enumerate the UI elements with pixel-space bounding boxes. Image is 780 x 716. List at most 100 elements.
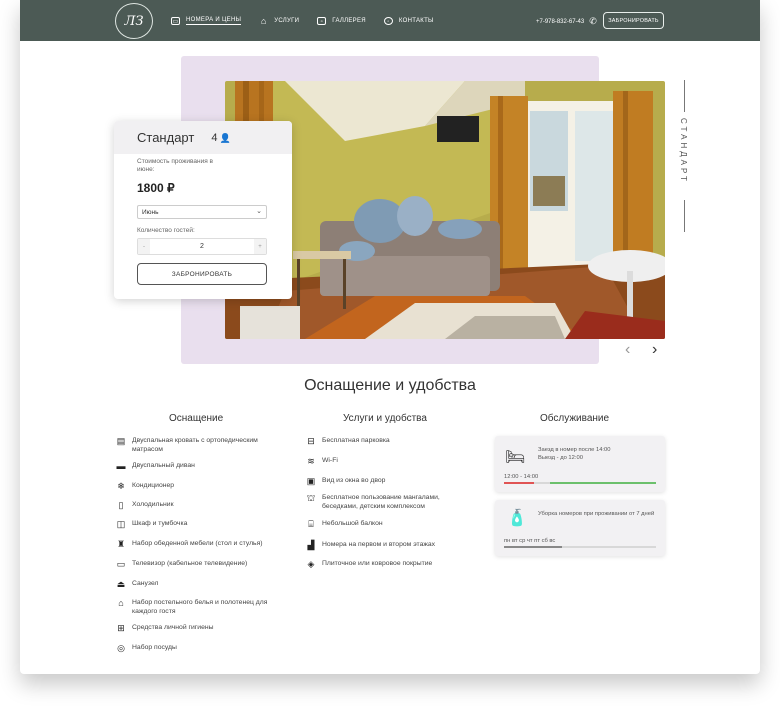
vertical-room-name: СТАНДАРТ [679, 118, 688, 184]
card-book-button[interactable]: ЗАБРОНИРОВАТЬ [137, 263, 267, 285]
spray-icon: 🧴 [507, 510, 527, 527]
month-select-value: Июнь [142, 208, 159, 216]
booking-card: Стандарт 4 👤 Стоимость проживания в июне:… [114, 121, 292, 299]
nav-rooms-prices[interactable]: ▭ НОМЕРА И ЦЕНЫ [171, 16, 242, 25]
divider [684, 200, 685, 232]
hygiene-icon: ⊞ [117, 623, 125, 633]
list-item: ◫ Шкаф и тумбочка [115, 519, 285, 529]
bed-icon: 🛏 [505, 449, 526, 466]
list-item-text: Холодильник [132, 501, 174, 508]
phone-number: +7-978-832-67-43 [536, 18, 585, 25]
list-item: ⌂ Набор постельного белья и полотенец для… [115, 598, 285, 616]
list-item-text: Набор обеденной мебели (стол и стулья) [132, 540, 263, 547]
chevron-right-icon[interactable]: › [652, 341, 657, 359]
time-bar [504, 482, 656, 484]
list-item: ▬ Двуспальный диван [115, 461, 285, 471]
increment-button[interactable]: + [254, 239, 266, 254]
nav-contacts[interactable]: ◦ КОНТАКТЫ [383, 16, 434, 25]
home-icon: ⌂ [260, 15, 267, 26]
list-item: ▯ Холодильник [115, 500, 285, 510]
dishes-icon: ◎ [117, 643, 125, 653]
room-title: Стандарт [137, 130, 195, 145]
linen-icon: ⌂ [118, 598, 124, 608]
list-item: ❄ Кондиционер [115, 481, 285, 491]
equipment-title: Оснащение [169, 413, 224, 424]
list-item: ⊞ Средства личной гигиены [115, 623, 285, 633]
list-item: ≋ Wi-Fi [305, 456, 475, 466]
list-item: ⛫ Бесплатное пользование мангалами, бесед… [305, 493, 475, 511]
capacity-count: 4 [211, 131, 218, 144]
month-select[interactable]: Июнь ⌄ [137, 205, 267, 219]
dining-icon: ♜ [116, 539, 126, 549]
guests-label: Количество гостей: [137, 227, 195, 234]
chevron-left-icon[interactable]: ‹ [625, 341, 630, 359]
main-nav: ▭ НОМЕРА И ЦЕНЫ ⌂ УСЛУГИ ▫ ГАЛЛЕРЕЯ ◦ КО… [171, 0, 452, 41]
list-item-text: Кондиционер [132, 482, 175, 489]
list-item: ▭ Телевизор (кабельное телевидение) [115, 559, 285, 569]
service-title: Обслуживание [540, 413, 610, 424]
checkin-time: Заезд в номер после 14:00 [538, 447, 611, 453]
bed-icon: ▤ [116, 436, 126, 446]
header-book-button[interactable]: ЗАБРОНИРОВАТЬ [603, 12, 664, 29]
tv-icon: ▭ [116, 559, 126, 569]
nav-label: КОНТАКТЫ [398, 17, 434, 24]
list-item-text: Вид из окна во двор [322, 477, 386, 484]
section-title: Оснащение и удобства [304, 377, 476, 394]
list-item: ♜ Набор обеденной мебели (стол и стулья) [115, 539, 285, 549]
list-item-text: Двуспальная кровать с ортопедическим мат… [132, 437, 258, 453]
divider [684, 80, 685, 112]
list-item-text: Шкаф и тумбочка [132, 520, 188, 527]
list-item-text: Телевизор (кабельное телевидение) [132, 560, 248, 567]
checkin-box: 🛏 Заезд в номер после 14:00 Выезд - до 1… [495, 436, 665, 492]
card-body: Стоимость проживания в июне: 1800 ₽ Июнь… [114, 154, 292, 285]
list-item-text: Двуспальный диван [132, 462, 195, 469]
days-bar [504, 546, 656, 548]
top-header: ЛЗ ▭ НОМЕРА И ЦЕНЫ ⌂ УСЛУГИ ▫ ГАЛЛЕРЕЯ ◦… [20, 0, 760, 41]
decrement-button[interactable]: - [138, 239, 150, 254]
toilet-icon: ⏏ [116, 579, 126, 589]
nav-services[interactable]: ⌂ УСЛУГИ [259, 15, 300, 26]
nav-gallery[interactable]: ▫ ГАЛЛЕРЕЯ [317, 16, 366, 25]
list-item: ◈ Плиточное или ковровое покрытие [305, 559, 475, 569]
list-item: ⊟ Бесплатная парковка [305, 436, 475, 446]
snowflake-icon: ❄ [117, 481, 125, 491]
compass-icon: ◦ [383, 16, 393, 25]
price-value: 1800 ₽ [137, 181, 175, 195]
balcony-icon: ⌸ [308, 519, 314, 529]
list-item-text: Набор постельного белья и полотенец для … [132, 599, 268, 615]
guests-value[interactable]: 2 [150, 243, 254, 250]
time-bar-red [504, 482, 534, 484]
chevron-down-icon: ⌄ [256, 208, 262, 215]
logo-text: ЛЗ [124, 13, 144, 29]
flooring-icon: ◈ [307, 559, 315, 569]
image-icon: ▫ [317, 16, 327, 25]
list-item: ⌸ Небольшой балкон [305, 519, 475, 529]
nav-label: УСЛУГИ [274, 17, 300, 24]
wifi-icon: ≋ [307, 456, 315, 466]
list-item: ▤ Двуспальная кровать с ортопедическим ма… [115, 436, 285, 454]
list-item-text: Бесплатное пользование мангалами, беседк… [322, 494, 440, 510]
list-item: ◎ Набор посуды [115, 643, 285, 653]
list-item-text: Бесплатная парковка [322, 437, 390, 444]
nav-label: НОМЕРА И ЦЕНЫ [186, 16, 242, 25]
nav-label: ГАЛЛЕРЕЯ [332, 17, 366, 24]
list-item-text: Средства личной гигиены [132, 624, 214, 631]
services-title: Услуги и удобства [343, 413, 427, 424]
wardrobe-icon: ◫ [116, 519, 126, 529]
bed-icon: ▭ [171, 16, 180, 25]
fridge-icon: ▯ [118, 500, 124, 510]
logo[interactable]: ЛЗ [115, 3, 153, 39]
phone-icon: ✆ [589, 16, 597, 26]
list-item-text: Набор посуды [132, 644, 177, 651]
capacity: 4 👤 [211, 132, 230, 144]
guests-stepper: - 2 + [137, 238, 267, 255]
list-item-text: Санузел [132, 580, 159, 587]
gazebo-icon: ⛫ [306, 493, 316, 503]
window-view-icon: ▣ [306, 476, 316, 486]
floors-icon: ▟ [307, 540, 315, 550]
list-item: ▣ Вид из окна во двор [305, 476, 475, 486]
page-frame: ЛЗ ▭ НОМЕРА И ЦЕНЫ ⌂ УСЛУГИ ▫ ГАЛЛЕРЕЯ ◦… [20, 0, 760, 674]
checkin-range: 12:00 - 14:00 [504, 474, 539, 480]
phone-link[interactable]: +7-978-832-67-43 ✆ [536, 16, 597, 27]
checkout-time: Выезд - до 12:00 [538, 455, 583, 461]
